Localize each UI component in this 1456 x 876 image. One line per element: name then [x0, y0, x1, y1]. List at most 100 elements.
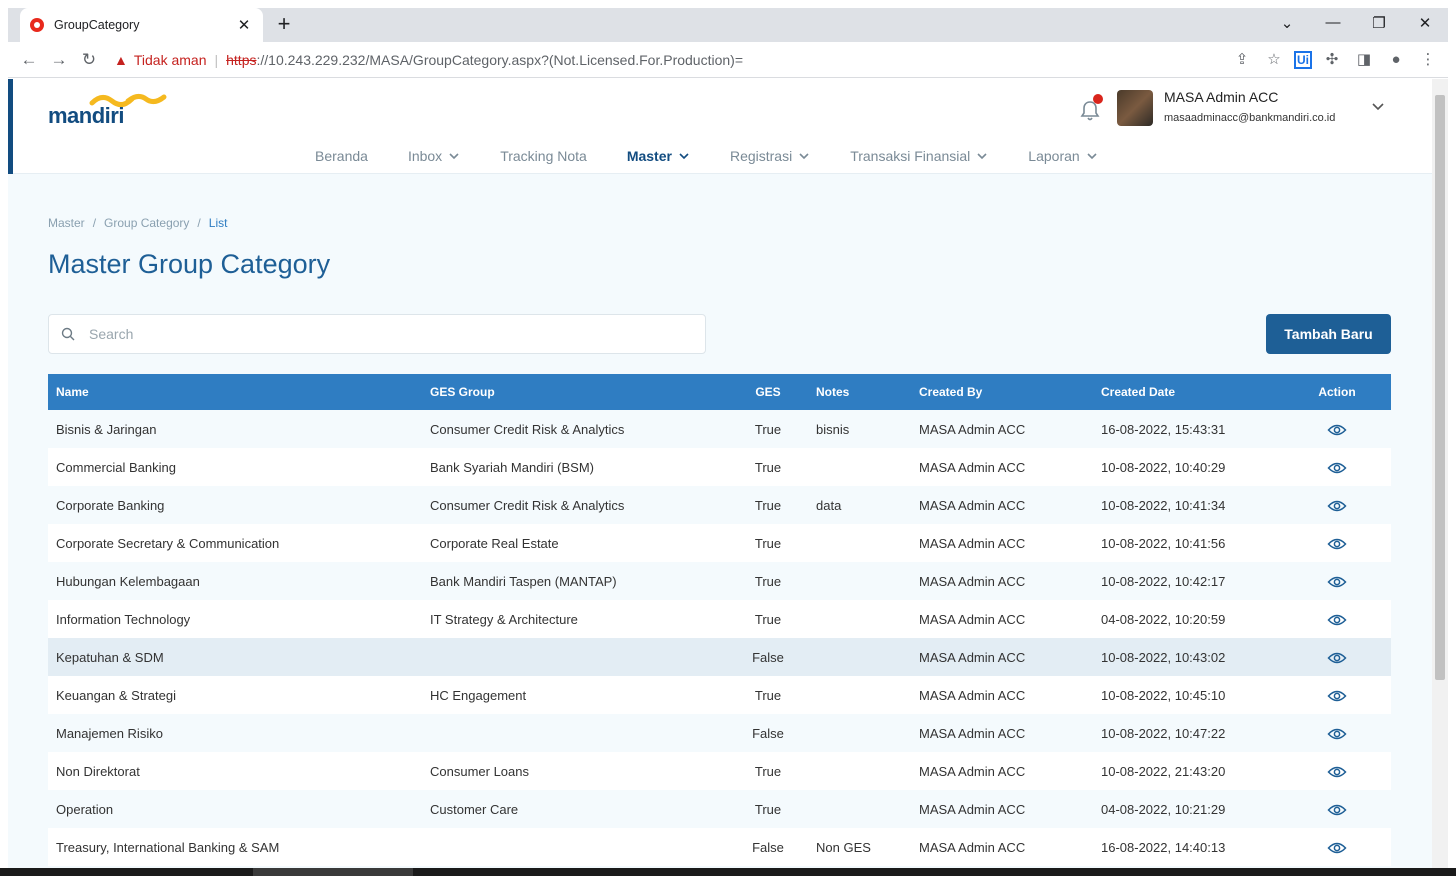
chevron-down-icon[interactable]	[1370, 99, 1386, 115]
page-title: Master Group Category	[48, 249, 331, 279]
nav-item-label: Transaksi Finansial	[850, 148, 971, 164]
uipath-extension-icon[interactable]: Ui	[1294, 51, 1312, 69]
tab-search-icon[interactable]: ⌄	[1272, 14, 1302, 32]
cell-name: Keuangan & Strategi	[56, 687, 176, 703]
eye-icon[interactable]	[1327, 803, 1347, 817]
cell-ges: True	[754, 421, 782, 437]
back-icon[interactable]: ←	[14, 50, 44, 70]
table-row: Commercial Banking Bank Syariah Mandiri (…	[48, 448, 1391, 486]
cell-name: Commercial Banking	[56, 459, 176, 475]
restore-icon[interactable]: ❐	[1364, 14, 1394, 32]
side-panel-icon[interactable]: ◨	[1352, 48, 1376, 72]
nav-item-inbox[interactable]: Inbox	[408, 146, 460, 166]
table-row: Operation Customer Care True MASA Admin ACC…	[48, 790, 1391, 828]
page-scrollbar[interactable]	[1432, 79, 1448, 868]
cell-ges: True	[754, 497, 782, 513]
nav-item-beranda[interactable]: Beranda	[315, 146, 368, 166]
table-row: Manajemen Risiko False MASA Admin ACC 10-08…	[48, 714, 1391, 752]
cell-notes	[808, 638, 911, 676]
cell-notes: data	[816, 497, 842, 513]
column-header-action: Action	[1318, 385, 1356, 399]
eye-icon[interactable]	[1327, 423, 1347, 437]
column-header-created-date: Created Date	[1101, 385, 1176, 399]
cell-notes	[808, 714, 911, 752]
breadcrumb-item[interactable]: Master	[48, 216, 85, 230]
nav-item-tracking-nota[interactable]: Tracking Nota	[500, 146, 587, 166]
forward-icon[interactable]: →	[44, 50, 74, 70]
eye-icon[interactable]	[1327, 727, 1347, 741]
cell-created-by: MASA Admin ACC	[919, 459, 1026, 475]
reload-icon[interactable]: ↻	[74, 50, 104, 70]
cell-created-date: 04-08-2022, 10:20:59	[1101, 611, 1226, 627]
chevron-down-icon	[1087, 153, 1097, 160]
table-row: Keuangan & Strategi HC Engagement True MASA…	[48, 676, 1391, 714]
bookmark-star-icon[interactable]: ☆	[1262, 48, 1286, 72]
cell-created-by: MASA Admin ACC	[919, 649, 1026, 665]
cell-ges: False	[752, 839, 784, 855]
search-input[interactable]	[89, 326, 649, 342]
table-row: Information Technology IT Strategy & Arch…	[48, 600, 1391, 638]
cell-ges-group: HC Engagement	[430, 687, 527, 703]
cell-created-by: MASA Admin ACC	[919, 801, 1026, 817]
cell-ges: True	[754, 459, 782, 475]
eye-icon[interactable]	[1327, 689, 1347, 703]
taskbar-item[interactable]	[253, 868, 413, 876]
cell-notes	[808, 790, 911, 828]
nav-item-laporan[interactable]: Laporan	[1028, 146, 1097, 166]
extensions-puzzle-icon[interactable]: ✣	[1320, 48, 1344, 72]
cell-notes	[808, 752, 911, 790]
address-bar[interactable]: ▲ Tidak aman | https ://10.243.229.232/M…	[114, 52, 743, 68]
nav-item-label: Registrasi	[729, 148, 793, 164]
close-icon[interactable]: ✕	[235, 16, 253, 34]
eye-icon[interactable]	[1327, 651, 1347, 665]
nav-item-registrasi[interactable]: Registrasi	[730, 146, 810, 166]
cell-created-date: 10-08-2022, 10:41:56	[1101, 535, 1226, 551]
share-icon[interactable]: ⇪	[1230, 48, 1254, 72]
column-header-ges-group: GES Group	[430, 385, 495, 399]
column-header-ges: GES	[755, 385, 781, 399]
cell-name: Non Direktorat	[56, 763, 140, 779]
add-new-button[interactable]: Tambah Baru	[1266, 314, 1391, 354]
eye-icon[interactable]	[1327, 841, 1347, 855]
breadcrumb-item[interactable]: Group Category	[104, 216, 189, 230]
eye-icon[interactable]	[1327, 575, 1347, 589]
mandiri-logo[interactable]: mandiri	[48, 91, 167, 128]
cell-created-by: MASA Admin ACC	[919, 535, 1026, 551]
eye-icon[interactable]	[1327, 461, 1347, 475]
cell-created-by: MASA Admin ACC	[919, 725, 1026, 741]
cell-ges-group: Bank Mandiri Taspen (MANTAP)	[430, 573, 617, 589]
not-secure-label: Tidak aman	[133, 51, 207, 68]
browser-menu-icon[interactable]: ⋮	[1416, 48, 1440, 72]
scrollbar-thumb[interactable]	[1435, 95, 1445, 680]
cell-name: Manajemen Risiko	[56, 725, 163, 741]
group-category-table: Name GES Group GES Notes Created By Created D…	[48, 374, 1391, 866]
eye-icon[interactable]	[1327, 765, 1347, 779]
cell-action	[1283, 524, 1391, 562]
new-tab-icon[interactable]: +	[270, 11, 298, 37]
eye-icon[interactable]	[1327, 499, 1347, 513]
cell-ges: True	[754, 573, 782, 589]
minimize-icon[interactable]: —	[1318, 14, 1348, 31]
cell-name: Corporate Secretary & Communication	[56, 535, 280, 551]
cell-notes	[808, 676, 911, 714]
browser-tab[interactable]: GroupCategory ✕	[20, 8, 263, 42]
chevron-down-icon	[977, 153, 987, 160]
nav-item-master[interactable]: Master	[627, 146, 690, 166]
table-row: Corporate Banking Consumer Credit Risk & …	[48, 486, 1391, 524]
avatar[interactable]	[1117, 90, 1153, 126]
cell-ges: True	[754, 801, 782, 817]
profile-icon[interactable]: ●	[1384, 48, 1408, 72]
cell-ges-group: Consumer Loans	[430, 763, 529, 779]
eye-icon[interactable]	[1327, 613, 1347, 627]
cell-notes: Non GES	[816, 839, 871, 855]
nav-item-label: Laporan	[1028, 148, 1080, 164]
eye-icon[interactable]	[1327, 537, 1347, 551]
cell-name: Information Technology	[56, 611, 191, 627]
nav-item-transaksi-finansial[interactable]: Transaksi Finansial	[850, 146, 988, 166]
url-separator: |	[214, 51, 219, 68]
cell-created-date: 04-08-2022, 10:21:29	[1101, 801, 1226, 817]
cell-action	[1283, 676, 1391, 714]
warning-icon: ▲	[114, 51, 128, 68]
window-close-icon[interactable]: ✕	[1410, 14, 1440, 32]
cell-created-date: 10-08-2022, 10:45:10	[1101, 687, 1226, 703]
